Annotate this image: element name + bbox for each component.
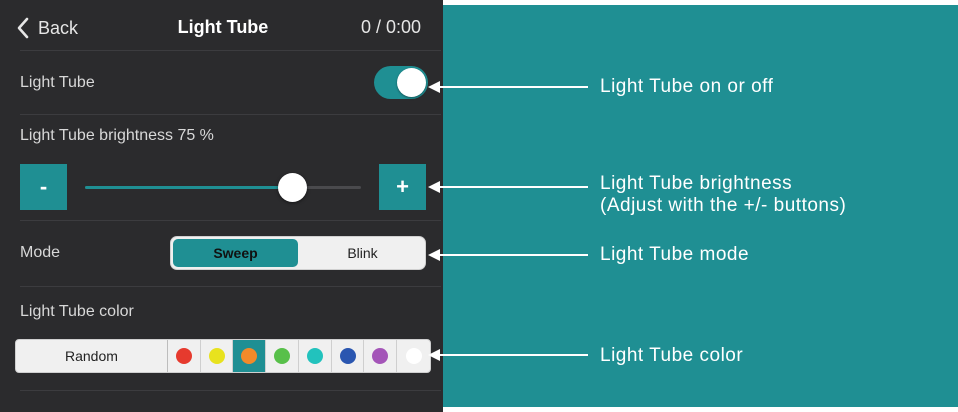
toggle-knob [397, 68, 426, 97]
light-tube-toggle[interactable] [374, 66, 428, 99]
color-swatch-teal[interactable] [299, 340, 332, 372]
brightness-increase-button[interactable]: + [379, 164, 426, 210]
color-swatch-red[interactable] [168, 340, 201, 372]
color-swatch-green[interactable] [266, 340, 299, 372]
divider [20, 50, 441, 51]
color-dot [274, 348, 291, 364]
divider [20, 114, 441, 115]
color-dot [306, 348, 323, 364]
color-swatch-blue[interactable] [332, 340, 365, 372]
color-label: Light Tube color [20, 303, 134, 320]
color-palette: Random [15, 339, 431, 373]
chevron-left-icon [17, 17, 29, 39]
color-dot [208, 348, 225, 364]
annotation-toggle: Light Tube on or off [600, 76, 773, 98]
color-dot [241, 348, 258, 364]
annotation-text: Light Tube brightness [600, 173, 793, 194]
brightness-decrease-button[interactable]: - [20, 164, 67, 210]
color-swatch-white[interactable] [397, 340, 430, 372]
color-swatch-yellow[interactable] [201, 340, 234, 372]
annotation-arrow [428, 349, 588, 361]
back-label: Back [38, 17, 79, 38]
divider [20, 220, 441, 221]
annotation-text: Light Tube on or off [600, 76, 774, 97]
divider [20, 286, 441, 287]
color-dot [372, 348, 389, 364]
annotation-text: Light Tube color [600, 345, 744, 366]
slider-fill [85, 186, 292, 189]
divider [20, 390, 441, 391]
color-dot [405, 348, 422, 364]
annotation-color: Light Tube color [600, 345, 743, 367]
mode-option-blink[interactable]: Blink [300, 237, 425, 269]
brightness-label: Light Tube brightness 75 % [20, 127, 214, 144]
color-dot [339, 348, 356, 364]
light-tube-toggle-label: Light Tube [20, 74, 95, 91]
color-swatch-purple[interactable] [364, 340, 398, 372]
mode-option-sweep[interactable]: Sweep [173, 239, 298, 267]
annotation-text: Light Tube mode [600, 244, 750, 265]
brightness-slider[interactable] [85, 173, 361, 202]
color-dot [175, 348, 192, 364]
playback-time: 0 / 0:00 [360, 17, 421, 37]
slider-thumb[interactable] [278, 173, 307, 202]
annotation-arrow [428, 81, 588, 93]
mode-segmented-control: Sweep Blink [170, 236, 426, 270]
back-button[interactable]: Back [16, 14, 78, 42]
annotation-arrow [428, 249, 588, 261]
color-swatch-orange[interactable] [233, 340, 267, 372]
mode-label: Mode [20, 244, 61, 261]
random-color-button[interactable]: Random [16, 340, 168, 372]
annotation-brightness: Light Tube brightness (Adjust with the +… [600, 173, 846, 217]
annotation-mode: Light Tube mode [600, 244, 749, 266]
app-screen: Back Light Tube 0 / 0:00 Light Tube Ligh… [0, 0, 443, 412]
page-title: Light Tube [177, 17, 269, 37]
annotation-arrow [428, 181, 588, 193]
annotation-subtext: (Adjust with the +/- buttons) [600, 195, 847, 216]
